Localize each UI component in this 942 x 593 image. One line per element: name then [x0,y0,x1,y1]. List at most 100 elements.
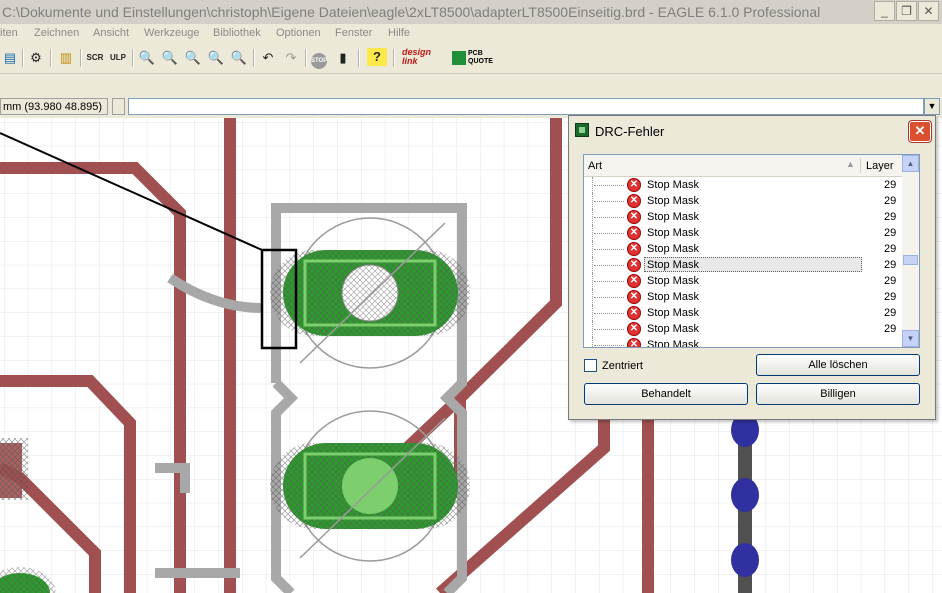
go-icon[interactable]: ▮ [333,48,353,68]
error-icon: ✕ [627,258,641,272]
list-item[interactable]: ✕ Stop Mask 29 [584,273,902,289]
zoom-in-icon[interactable]: 🔍 [160,48,180,68]
error-icon: ✕ [627,338,641,347]
minimize-button[interactable]: _ [874,1,895,21]
ulp-icon[interactable]: ULP [108,48,128,68]
error-type: Stop Mask [647,323,699,335]
toolbar-separator [50,49,52,67]
pcbquote-label: PCB QUOTE [468,50,493,65]
command-input[interactable] [128,98,924,115]
scroll-up-icon[interactable]: ▲ [902,155,919,172]
title-bar: C:\Dokumente und Einstellungen\christoph… [0,0,942,24]
error-list[interactable]: Art ▲ Layer ✕ Stop Mask 29 ✕ Stop Mask 29 ✕ Sto… [583,154,920,348]
stop-icon[interactable]: STOP [309,48,329,69]
error-type: Stop Mask [647,195,699,207]
list-item[interactable]: ✕ Stop Mask 29 [584,305,902,321]
error-layer: 29 [884,243,897,255]
scroll-thumb[interactable] [903,255,918,265]
error-type: Stop Mask [647,275,699,287]
tree-line [592,193,625,209]
zoom-select-icon[interactable]: 🔍 [229,48,249,68]
pcbquote-icon [452,51,466,65]
menu-window[interactable]: Fenster [335,27,372,39]
menu-help[interactable]: Hilfe [388,27,410,39]
error-type: Stop Mask [647,307,699,319]
menu-view[interactable]: Ansicht [93,27,129,39]
error-layer: 29 [884,227,897,239]
processed-button[interactable]: Behandelt [584,383,748,405]
column-layer[interactable]: Layer [866,160,894,172]
list-scrollbar[interactable]: ▲ ▼ [902,155,919,347]
list-item[interactable]: ✕ Stop Mask [584,337,902,347]
tree-line [592,305,625,321]
dialog-close-button[interactable]: ✕ [909,121,931,142]
error-type: Stop Mask [647,227,699,239]
menu-draw[interactable]: Zeichnen [34,27,79,39]
drc-dialog: DRC-Fehler ✕ Art ▲ Layer ✕ Stop Mask 29 ✕ St… [568,115,936,420]
error-type: Stop Mask [647,179,699,191]
approve-button[interactable]: Billigen [756,383,920,405]
toolbar-separator [22,49,24,67]
toolbar: ▤ ⚙ ▥ SCR ULP 🔍 🔍 🔍 🔍 🔍 ↶ ↷ STOP ▮ ? des… [0,43,942,74]
menu-edit[interactable]: iten [0,27,18,39]
script-icon[interactable]: SCR [85,48,105,68]
column-type[interactable]: Art [588,160,602,172]
undo-icon[interactable]: ↶ [258,48,278,68]
drc-icon [575,123,589,137]
tree-line [592,337,625,347]
restore-button[interactable]: ❐ [896,1,917,21]
list-item[interactable]: ✕ Stop Mask 29 [584,289,902,305]
sort-arrow-icon: ▲ [846,159,855,169]
redo-icon[interactable]: ↷ [281,48,301,68]
list-item[interactable]: ✕ Stop Mask 29 [584,241,902,257]
error-layer: 29 [884,211,897,223]
list-item[interactable]: ✕ Stop Mask 29 [584,257,902,273]
error-icon: ✕ [627,322,641,336]
tree-line [592,289,625,305]
tree-line [592,241,625,257]
error-icon: ✕ [627,194,641,208]
list-item[interactable]: ✕ Stop Mask 29 [584,193,902,209]
tree-line [592,321,625,337]
toolbar-separator [358,49,360,67]
grid-button[interactable] [112,98,125,115]
menu-library[interactable]: Bibliothek [213,27,261,39]
dialog-title: DRC-Fehler [595,124,665,139]
column-divider [860,158,861,173]
error-icon: ✕ [627,242,641,256]
pcbquote-button[interactable]: PCB QUOTE [452,49,493,67]
close-window-button[interactable]: ✕ [918,1,939,21]
error-icon: ✕ [627,210,641,224]
error-type: Stop Mask [647,259,699,271]
menu-options[interactable]: Optionen [276,27,321,39]
dialog-title-bar: DRC-Fehler ✕ [569,116,935,144]
error-type: Stop Mask [647,211,699,223]
error-icon: ✕ [627,226,641,240]
help-icon[interactable]: ? [367,48,387,66]
scroll-down-icon[interactable]: ▼ [902,330,919,347]
zoom-out-icon[interactable]: 🔍 [183,48,203,68]
clear-all-button[interactable]: Alle löschen [756,354,920,376]
list-item[interactable]: ✕ Stop Mask 29 [584,225,902,241]
zoom-redraw-icon[interactable]: 🔍 [206,48,226,68]
open-icon[interactable]: ▥ [56,48,76,68]
toolbar-separator [305,49,307,67]
toolbar-separator [80,49,82,67]
centered-checkbox[interactable] [584,359,597,372]
list-item[interactable]: ✕ Stop Mask 29 [584,321,902,337]
error-layer: 29 [884,307,897,319]
tree-line [592,257,625,273]
designlink-logo[interactable]: design link [402,48,448,68]
toolbar-separator [132,49,134,67]
ratsnest-icon[interactable]: ⚙ [26,48,46,68]
list-item[interactable]: ✕ Stop Mask 29 [584,209,902,225]
menu-tools[interactable]: Werkzeuge [144,27,199,39]
command-dropdown-button[interactable]: ▼ [924,98,940,115]
error-layer: 29 [884,291,897,303]
zoom-fit-icon[interactable]: 🔍 [137,48,157,68]
layers-icon[interactable]: ▤ [0,48,20,68]
tree-line [592,225,625,241]
menu-bar: iten Zeichnen Ansicht Werkzeuge Biblioth… [0,24,942,43]
list-item[interactable]: ✕ Stop Mask 29 [584,177,902,193]
tree-line [592,177,625,193]
